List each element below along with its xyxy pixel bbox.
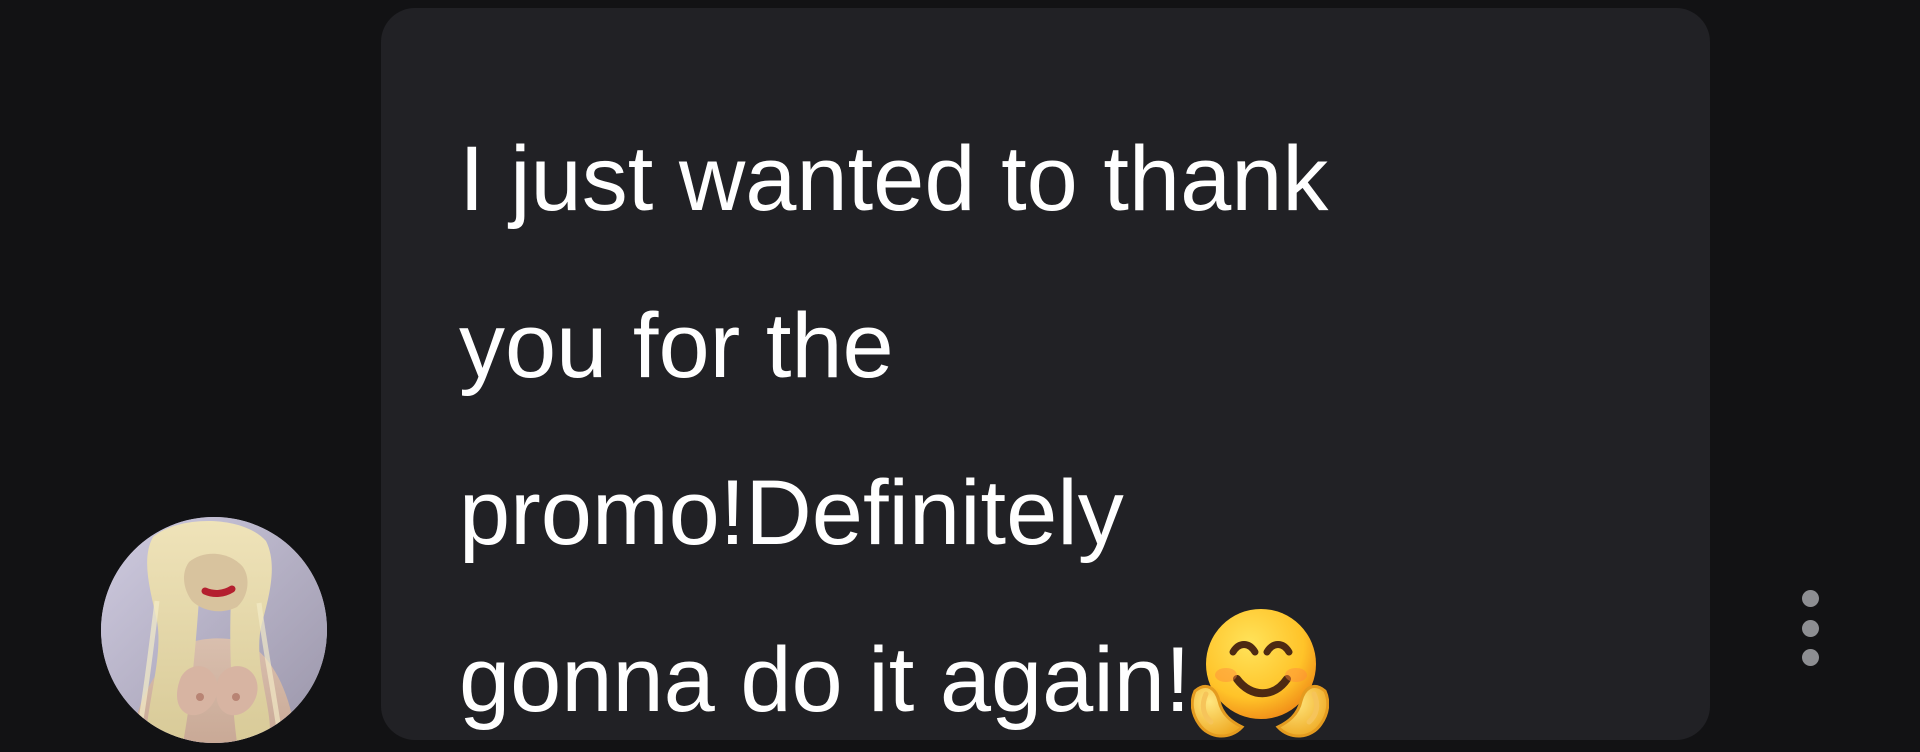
message-line-4: gonna do it again! <box>459 597 1650 752</box>
message-line-1: I just wanted to thank <box>459 128 1329 230</box>
avatar[interactable] <box>101 517 327 743</box>
message-line-3: promo!Definitely <box>459 462 1124 564</box>
chat-screen: I just wanted to thank you for the promo… <box>0 0 1920 752</box>
hugging-face-emoji-icon <box>1190 603 1329 741</box>
more-options-button[interactable] <box>1792 590 1828 666</box>
message-bubble[interactable]: I just wanted to thank you for the promo… <box>381 8 1710 740</box>
more-options-dot-icon <box>1801 619 1819 637</box>
message-text: I just wanted to thank you for the promo… <box>459 96 1650 752</box>
message-line-4-text: gonna do it again! <box>459 629 1191 731</box>
message-line-2: you for the <box>459 295 894 397</box>
more-options-dot-icon <box>1801 590 1819 607</box>
more-options-dot-icon <box>1801 649 1819 666</box>
avatar-image <box>101 517 327 743</box>
